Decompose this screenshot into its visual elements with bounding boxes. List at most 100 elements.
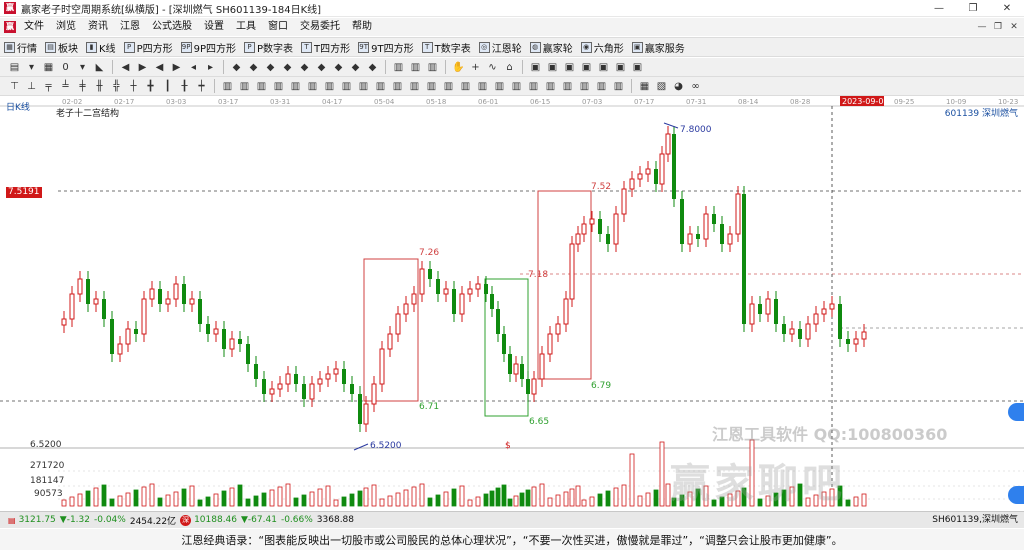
mdi-minimize-button[interactable]: —	[974, 18, 990, 36]
drawing-tool-icon-38[interactable]: ▣	[613, 60, 628, 75]
menu-item-2[interactable]: 资讯	[82, 18, 114, 36]
drawing-tool-icon-16[interactable]: ◆	[263, 60, 278, 75]
drawing-tool-icon-35[interactable]: ▣	[562, 60, 577, 75]
drawing-tool-icon-7[interactable]: ◀	[118, 60, 133, 75]
analysis-tool-icon-26[interactable]: ▥	[441, 79, 456, 94]
drawing-tool-icon-2[interactable]: ▦	[41, 60, 56, 75]
side-float-button[interactable]	[1008, 403, 1024, 421]
toolbar-button-3[interactable]: P P四方形	[120, 38, 177, 56]
drawing-tool-icon-0[interactable]: ▤	[7, 60, 22, 75]
close-button[interactable]: ✕	[990, 0, 1024, 17]
analysis-tool-icon-9[interactable]: ┃	[160, 79, 175, 94]
minimize-button[interactable]: —	[922, 0, 956, 17]
drawing-tool-icon-33[interactable]: ▣	[528, 60, 543, 75]
analysis-tool-icon-20[interactable]: ▥	[339, 79, 354, 94]
analysis-tool-icon-16[interactable]: ▥	[271, 79, 286, 94]
toolbar-button-1[interactable]: ▤ 板块	[41, 38, 82, 56]
analysis-tool-icon-0[interactable]: ⊤	[7, 79, 22, 94]
kline-chart[interactable]: 02-02 02-17 03-03 03-17 03-31 04-17 05-04 05-18…	[0, 96, 1024, 510]
drawing-tool-icon-39[interactable]: ▣	[630, 60, 645, 75]
menu-item-7[interactable]: 窗口	[262, 18, 294, 36]
analysis-tool-icon-6[interactable]: ╬	[109, 79, 124, 94]
sh-index-value[interactable]: 3121.75	[19, 515, 56, 525]
analysis-tool-icon-36[interactable]: ▥	[611, 79, 626, 94]
drawing-tool-icon-3[interactable]: 0	[58, 60, 73, 75]
mdi-close-button[interactable]: ✕	[1006, 18, 1022, 36]
menu-item-0[interactable]: 文件	[18, 18, 50, 36]
toolbar-button-5[interactable]: P P数字表	[240, 38, 297, 56]
drawing-tool-icon-17[interactable]: ◆	[280, 60, 295, 75]
menu-item-9[interactable]: 帮助	[346, 18, 378, 36]
analysis-tool-icon-7[interactable]: ┼	[126, 79, 141, 94]
menu-item-5[interactable]: 设置	[198, 18, 230, 36]
drawing-tool-icon-11[interactable]: ◂	[186, 60, 201, 75]
toolbar-button-7[interactable]: 9T 9T四方形	[354, 38, 417, 56]
analysis-tool-icon-24[interactable]: ▥	[407, 79, 422, 94]
analysis-tool-icon-19[interactable]: ▥	[322, 79, 337, 94]
analysis-tool-icon-29[interactable]: ▥	[492, 79, 507, 94]
chart-canvas[interactable]: 02-02 02-17 03-03 03-17 03-31 04-17 05-04 05-18…	[0, 96, 1024, 510]
analysis-tool-icon-10[interactable]: ╂	[177, 79, 192, 94]
drawing-tool-icon-34[interactable]: ▣	[545, 60, 560, 75]
sz-index-value[interactable]: 10188.46	[194, 515, 237, 525]
analysis-tool-icon-5[interactable]: ╫	[92, 79, 107, 94]
analysis-tool-icon-22[interactable]: ▥	[373, 79, 388, 94]
side-float-button-2[interactable]	[1008, 486, 1024, 504]
analysis-tool-icon-15[interactable]: ▥	[254, 79, 269, 94]
drawing-tool-icon-28[interactable]: ✋	[451, 60, 466, 75]
drawing-tool-icon-25[interactable]: ▥	[408, 60, 423, 75]
menu-item-3[interactable]: 江恩	[114, 18, 146, 36]
analysis-tool-icon-39[interactable]: ▧	[654, 79, 669, 94]
analysis-tool-icon-18[interactable]: ▥	[305, 79, 320, 94]
analysis-tool-icon-13[interactable]: ▥	[220, 79, 235, 94]
toolbar-button-10[interactable]: ◍ 赢家轮	[526, 38, 577, 56]
drawing-tool-icon-15[interactable]: ◆	[246, 60, 261, 75]
analysis-tool-icon-31[interactable]: ▥	[526, 79, 541, 94]
drawing-tool-icon-22[interactable]: ◆	[365, 60, 380, 75]
restore-button[interactable]: ❐	[956, 0, 990, 17]
analysis-tool-icon-11[interactable]: ┿	[194, 79, 209, 94]
analysis-tool-icon-1[interactable]: ⊥	[24, 79, 39, 94]
toolbar-button-9[interactable]: ◎ 江恩轮	[475, 38, 526, 56]
drawing-tool-icon-4[interactable]: ▾	[75, 60, 90, 75]
analysis-tool-icon-33[interactable]: ▥	[560, 79, 575, 94]
analysis-tool-icon-40[interactable]: ◕	[671, 79, 686, 94]
analysis-tool-icon-41[interactable]: ∞	[688, 79, 703, 94]
drawing-tool-icon-18[interactable]: ◆	[297, 60, 312, 75]
analysis-tool-icon-32[interactable]: ▥	[543, 79, 558, 94]
drawing-tool-icon-12[interactable]: ▸	[203, 60, 218, 75]
drawing-tool-icon-5[interactable]: ◣	[92, 60, 107, 75]
menu-item-8[interactable]: 交易委托	[294, 18, 346, 36]
toolbar-button-2[interactable]: ▮ K线	[82, 38, 120, 56]
analysis-tool-icon-34[interactable]: ▥	[577, 79, 592, 94]
drawing-tool-icon-8[interactable]: ▶	[135, 60, 150, 75]
drawing-tool-icon-29[interactable]: +	[468, 60, 483, 75]
analysis-tool-icon-3[interactable]: ╧	[58, 79, 73, 94]
drawing-tool-icon-26[interactable]: ▥	[425, 60, 440, 75]
drawing-tool-icon-24[interactable]: ▥	[391, 60, 406, 75]
analysis-tool-icon-27[interactable]: ▥	[458, 79, 473, 94]
drawing-tool-icon-21[interactable]: ◆	[348, 60, 363, 75]
analysis-tool-icon-4[interactable]: ╪	[75, 79, 90, 94]
menu-item-4[interactable]: 公式选股	[146, 18, 198, 36]
drawing-tool-icon-19[interactable]: ◆	[314, 60, 329, 75]
menu-item-1[interactable]: 浏览	[50, 18, 82, 36]
menu-app-icon[interactable]: 赢	[4, 21, 16, 33]
toolbar-button-8[interactable]: T T数字表	[418, 38, 475, 56]
analysis-tool-icon-2[interactable]: ╤	[41, 79, 56, 94]
analysis-tool-icon-21[interactable]: ▥	[356, 79, 371, 94]
analysis-tool-icon-38[interactable]: ▦	[637, 79, 652, 94]
analysis-tool-icon-28[interactable]: ▥	[475, 79, 490, 94]
analysis-tool-icon-25[interactable]: ▥	[424, 79, 439, 94]
toolbar-button-6[interactable]: T T四方形	[297, 38, 354, 56]
drawing-tool-icon-36[interactable]: ▣	[579, 60, 594, 75]
drawing-tool-icon-14[interactable]: ◆	[229, 60, 244, 75]
analysis-tool-icon-14[interactable]: ▥	[237, 79, 252, 94]
menu-item-6[interactable]: 工具	[230, 18, 262, 36]
drawing-tool-icon-20[interactable]: ◆	[331, 60, 346, 75]
drawing-tool-icon-9[interactable]: ◀	[152, 60, 167, 75]
drawing-tool-icon-31[interactable]: ⌂	[502, 60, 517, 75]
mdi-restore-button[interactable]: ❐	[990, 18, 1006, 36]
toolbar-button-4[interactable]: 9P 9P四方形	[177, 38, 240, 56]
drawing-tool-icon-1[interactable]: ▾	[24, 60, 39, 75]
